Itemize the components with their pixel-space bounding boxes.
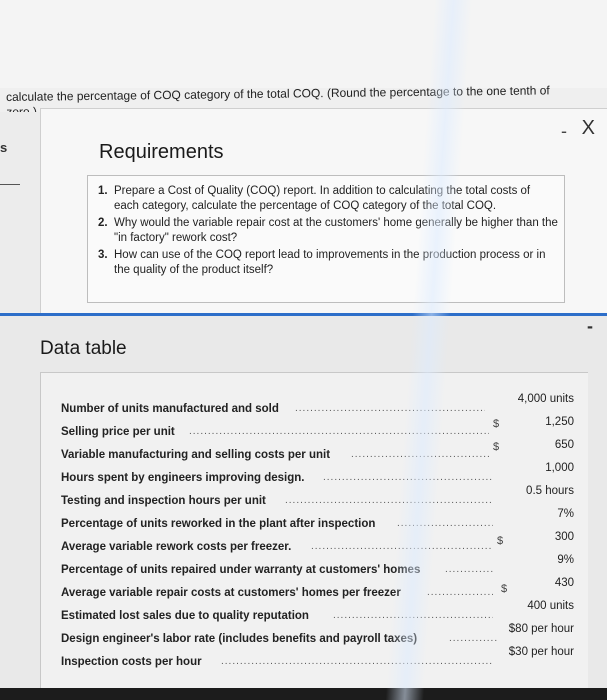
leader-dots: ........................................… [189, 426, 489, 437]
row-value: $30 per hour [508, 646, 574, 658]
dollar-sign: $ [493, 441, 500, 453]
dollar-sign: $ [501, 583, 508, 595]
row-value: 7% [557, 508, 574, 520]
requirement-number: 2. [98, 217, 108, 229]
dollar-sign: $ [493, 418, 500, 430]
left-stub-divider [0, 184, 20, 185]
row-label: Percentage of units reworked in the plan… [61, 518, 376, 530]
minimize-icon[interactable]: - [587, 316, 593, 337]
requirement-text: How can use of the COQ report lead to im… [114, 249, 546, 276]
requirements-modal: Requirements - X 1. Prepare a Cost of Qu… [40, 108, 607, 313]
close-icon[interactable]: X [582, 117, 595, 140]
leader-dots: ........................................… [333, 610, 493, 621]
row-label: Inspection costs per hour [61, 656, 202, 668]
requirement-number: 1. [98, 185, 108, 197]
table-row: Average variable rework costs per freeze… [41, 531, 589, 563]
row-label: Average variable repair costs at custome… [61, 587, 401, 599]
row-label: Percentage of units repaired under warra… [61, 564, 421, 576]
row-label: Design engineer's labor rate (includes b… [61, 633, 418, 645]
leader-dots: ........................................… [323, 472, 493, 483]
table-row: Number of units manufactured and sold ..… [41, 393, 589, 425]
table-row: Estimated lost sales due to quality repu… [41, 600, 589, 632]
row-value: 4,000 units [517, 393, 574, 405]
leader-dots: .............. [449, 633, 497, 644]
row-label: Number of units manufactured and sold [61, 403, 279, 415]
row-value: 400 units [527, 600, 574, 612]
table-row: Selling price per unit .................… [41, 416, 589, 448]
row-value: 1,000 [545, 462, 574, 474]
data-table-title: Data table [40, 338, 127, 359]
top-blank-area [0, 0, 607, 88]
leader-dots: ........................................… [285, 495, 491, 506]
table-row: Design engineer's labor rate (includes b… [41, 623, 589, 655]
row-label: Average variable rework costs per freeze… [61, 541, 292, 553]
requirement-item: 2. Why would the variable repair cost at… [98, 216, 558, 245]
row-value: 1,250 [545, 416, 574, 428]
table-row: Inspection costs per hour ..............… [41, 646, 589, 678]
requirements-box: 1. Prepare a Cost of Quality (COQ) repor… [87, 175, 565, 303]
requirement-item: 3. How can use of the COQ report lead to… [98, 248, 558, 277]
table-row: Average variable repair costs at custome… [41, 577, 589, 609]
row-value: 300 [554, 531, 574, 543]
leader-dots: ........................... [397, 518, 493, 529]
leader-dots: .............. [445, 564, 493, 575]
requirement-item: 1. Prepare a Cost of Quality (COQ) repor… [98, 184, 558, 213]
table-row: Percentage of units reworked in the plan… [41, 508, 589, 540]
table-row: Hours spent by engineers improving desig… [41, 462, 589, 494]
leader-dots: ........................................… [311, 541, 491, 552]
dollar-sign: $ [497, 535, 504, 547]
requirement-number: 3. [98, 249, 108, 261]
row-value: 9% [557, 554, 574, 566]
row-label: Variable manufacturing and selling costs… [61, 449, 331, 461]
minimize-icon[interactable]: - [561, 121, 567, 142]
requirements-title: Requirements [99, 141, 224, 163]
bottom-edge [0, 688, 607, 700]
row-label: Estimated lost sales due to quality repu… [61, 610, 309, 622]
row-label: Hours spent by engineers improving desig… [61, 472, 305, 484]
row-value: 0.5 hours [526, 485, 574, 497]
table-row: Testing and inspection hours per unit ..… [41, 485, 589, 517]
row-value: 430 [554, 577, 574, 589]
leader-dots: ........................................… [295, 403, 485, 414]
leader-dots: ................... [427, 587, 493, 598]
data-table: Number of units manufactured and sold ..… [40, 372, 588, 700]
data-table-window: - Data table Number of units manufacture… [0, 316, 607, 700]
requirements-list: 1. Prepare a Cost of Quality (COQ) repor… [98, 184, 558, 280]
table-row: Variable manufacturing and selling costs… [41, 439, 589, 471]
requirement-text: Why would the variable repair cost at th… [114, 217, 558, 244]
row-value: 650 [554, 439, 574, 451]
leader-dots: ........................................… [221, 656, 493, 667]
requirement-text: Prepare a Cost of Quality (COQ) report. … [114, 185, 531, 212]
row-label: Testing and inspection hours per unit [61, 495, 266, 507]
left-panel-stub: s [0, 112, 40, 312]
left-stub-letter: s [0, 140, 8, 155]
row-value: $80 per hour [508, 623, 574, 635]
row-label: Selling price per unit [61, 426, 175, 438]
leader-dots: ........................................… [351, 449, 491, 460]
